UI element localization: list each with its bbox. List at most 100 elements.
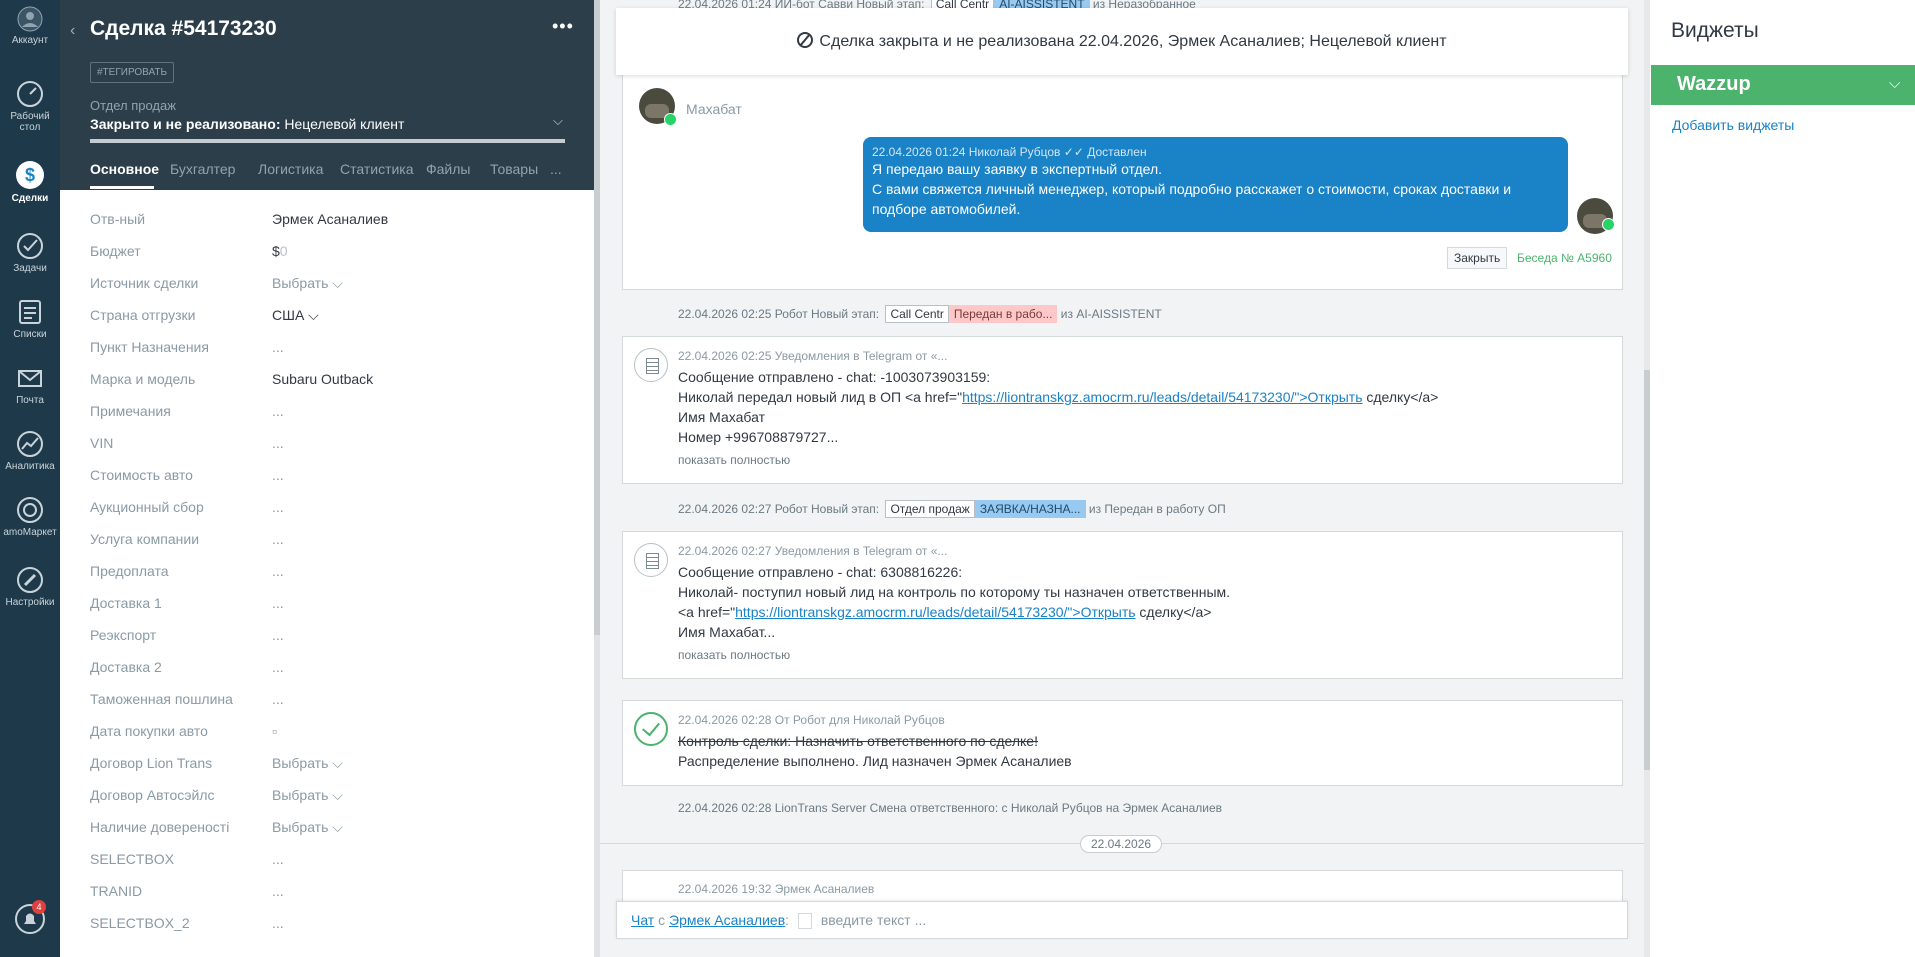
calendar-icon[interactable]: ▫: [272, 723, 277, 739]
field-row: Аукционный сбор...: [90, 496, 570, 528]
field-select[interactable]: Выбрать ⌵: [272, 819, 343, 836]
whatsapp-icon: [664, 113, 677, 126]
completed-task-box: 22.04.2026 02:28 От Робот для Николай Ру…: [622, 700, 1623, 786]
add-widgets-link[interactable]: Добавить виджеты: [1672, 117, 1794, 133]
chevron-down-icon[interactable]: ⌵: [553, 113, 563, 129]
field-label: Марка и модель: [90, 371, 196, 387]
more-menu-icon[interactable]: •••: [552, 16, 574, 37]
nav-analytics-label: Аналитика: [5, 461, 55, 472]
field-row: Примечания...: [90, 400, 570, 432]
field-value[interactable]: ...: [272, 915, 284, 931]
show-full-link[interactable]: показать полностью: [678, 648, 790, 662]
field-label: Источник сделки: [90, 275, 199, 291]
tab-statistics[interactable]: Статистика: [340, 161, 414, 177]
tab-main[interactable]: Основное: [90, 161, 159, 177]
amomarket-icon: [17, 497, 43, 523]
field-value[interactable]: ...: [272, 659, 284, 675]
field-select[interactable]: Выбрать ⌵: [272, 755, 343, 772]
field-value[interactable]: ...: [272, 563, 284, 579]
analytics-chart-icon: [17, 431, 43, 457]
field-value[interactable]: ...: [272, 627, 284, 643]
settings-wrench-icon: [17, 567, 43, 593]
field-row: SELECTBOX...: [90, 848, 570, 880]
lead-fields: Отв-ный Эрмек Асаналиев Бюджет $0 Источник…: [90, 208, 570, 944]
field-value[interactable]: ...: [272, 403, 284, 419]
nav-settings[interactable]: Настройки: [0, 566, 60, 608]
close-chat-button[interactable]: Закрыть: [1447, 247, 1508, 269]
tab-accounting[interactable]: Бухгалтер: [170, 161, 235, 177]
field-value[interactable]: ...: [272, 691, 284, 707]
show-full-link[interactable]: показать полностью: [678, 453, 790, 467]
chat-type-link[interactable]: Чат: [631, 912, 654, 928]
deal-closed-text: Сделка закрыта и не реализована 22.04.20…: [819, 33, 1447, 50]
nav-dashboard[interactable]: Рабочий стол: [0, 80, 60, 133]
field-select[interactable]: США ⌵: [272, 307, 319, 324]
field-label: Аукционный сбор: [90, 499, 204, 515]
field-row: TRANID...: [90, 880, 570, 912]
field-row: Бюджет $0: [90, 240, 570, 272]
field-value[interactable]: Subaru Outback: [272, 371, 373, 387]
field-select[interactable]: Выбрать ⌵: [272, 275, 343, 292]
nav-mail[interactable]: Почта: [0, 364, 60, 406]
tag-button[interactable]: #ТЕГИРОВАТЬ: [90, 62, 175, 83]
tab-more[interactable]: ...: [550, 161, 562, 177]
field-label: Примечания: [90, 403, 171, 419]
budget-amount: 0: [279, 243, 288, 259]
field-row: Реэкспорт...: [90, 624, 570, 656]
nav-lists[interactable]: Списки: [0, 298, 60, 340]
chevron-down-icon[interactable]: ⌵: [1889, 75, 1900, 92]
mail-icon: [18, 370, 42, 387]
field-value[interactable]: ...: [272, 467, 284, 483]
event-tail: из AI-AISSISTENT: [1060, 307, 1162, 321]
date-separator: 22.04.2026: [1080, 835, 1163, 853]
tab-products[interactable]: Товары: [490, 161, 538, 177]
field-value[interactable]: ...: [272, 339, 284, 355]
field-value[interactable]: ...: [272, 531, 284, 547]
deal-link[interactable]: https://liontranskgz.amocrm.ru/leads/det…: [735, 604, 1135, 620]
note-line: Николай- поступил новый лид на контроль …: [678, 584, 1231, 600]
nav-deals[interactable]: $ Сделки: [0, 160, 60, 204]
nav-dashboard-label: Рабочий стол: [10, 111, 50, 133]
wazzup-label: Wazzup: [1677, 73, 1751, 95]
pipeline-status-select[interactable]: Закрыто и не реализовано: Нецелевой клие…: [90, 116, 404, 132]
nav-account[interactable]: Аккаунт: [0, 6, 60, 46]
account-avatar-icon: [17, 6, 43, 32]
wazzup-widget[interactable]: Wazzup ⌵: [1651, 65, 1915, 105]
tasks-check-icon: [17, 233, 43, 259]
message-input-placeholder[interactable]: введите текст ...: [821, 912, 926, 928]
back-arrow-icon[interactable]: ‹: [70, 22, 75, 40]
template-dropdown-button[interactable]: [797, 913, 812, 930]
composer-with: с: [658, 912, 666, 928]
field-value[interactable]: ...: [272, 435, 284, 451]
recipient-link[interactable]: Эрмек Асаналиев: [669, 912, 785, 928]
chat-number-link[interactable]: Беседа № А5960: [1517, 251, 1612, 265]
nav-settings-label: Настройки: [5, 597, 55, 608]
message-line: подборе автомобилей.: [872, 201, 1021, 217]
field-select[interactable]: Выбрать ⌵: [272, 787, 343, 804]
pipeline-status-reason: Нецелевой клиент: [284, 116, 405, 132]
field-value[interactable]: ...: [272, 851, 284, 867]
field-value[interactable]: Эрмек Асаналиев: [272, 211, 388, 227]
field-label: Таможенная пошлина: [90, 691, 233, 707]
lead-title[interactable]: Сделка #54173230: [90, 17, 277, 41]
chat-composer[interactable]: Чат с Эрмек Асаналиев: введите текст ...: [616, 901, 1628, 939]
deal-link[interactable]: https://liontranskgz.amocrm.ru/leads/det…: [962, 389, 1362, 405]
message-meta: 22.04.2026 01:24 Николай Рубцов ✓✓ Доста…: [872, 145, 1147, 159]
nav-tasks[interactable]: Задачи: [0, 232, 60, 274]
stage-chip: ЗАЯВКА/НАЗНА...: [974, 500, 1086, 518]
note-text: <a href=": [678, 604, 736, 620]
notifications-badge: 4: [32, 900, 46, 914]
tab-logistics[interactable]: Логистика: [258, 161, 323, 177]
field-value[interactable]: ...: [272, 595, 284, 611]
nav-analytics[interactable]: Аналитика: [0, 430, 60, 472]
message-line: Я передаю вашу заявку в экспертный отдел…: [872, 161, 1163, 177]
nav-notifications[interactable]: [0, 904, 60, 937]
nav-amomarket[interactable]: amoМаркет: [0, 496, 60, 538]
field-row: Дата покупки авто ▫: [90, 720, 570, 752]
field-value[interactable]: $0: [272, 243, 288, 259]
field-label: Отв-ный: [90, 211, 146, 227]
field-value[interactable]: ...: [272, 499, 284, 515]
field-value[interactable]: ...: [272, 883, 284, 899]
tab-files[interactable]: Файлы: [426, 161, 470, 177]
event-text: 22.04.2026 02:25 Робот Новый этап:: [678, 307, 880, 321]
